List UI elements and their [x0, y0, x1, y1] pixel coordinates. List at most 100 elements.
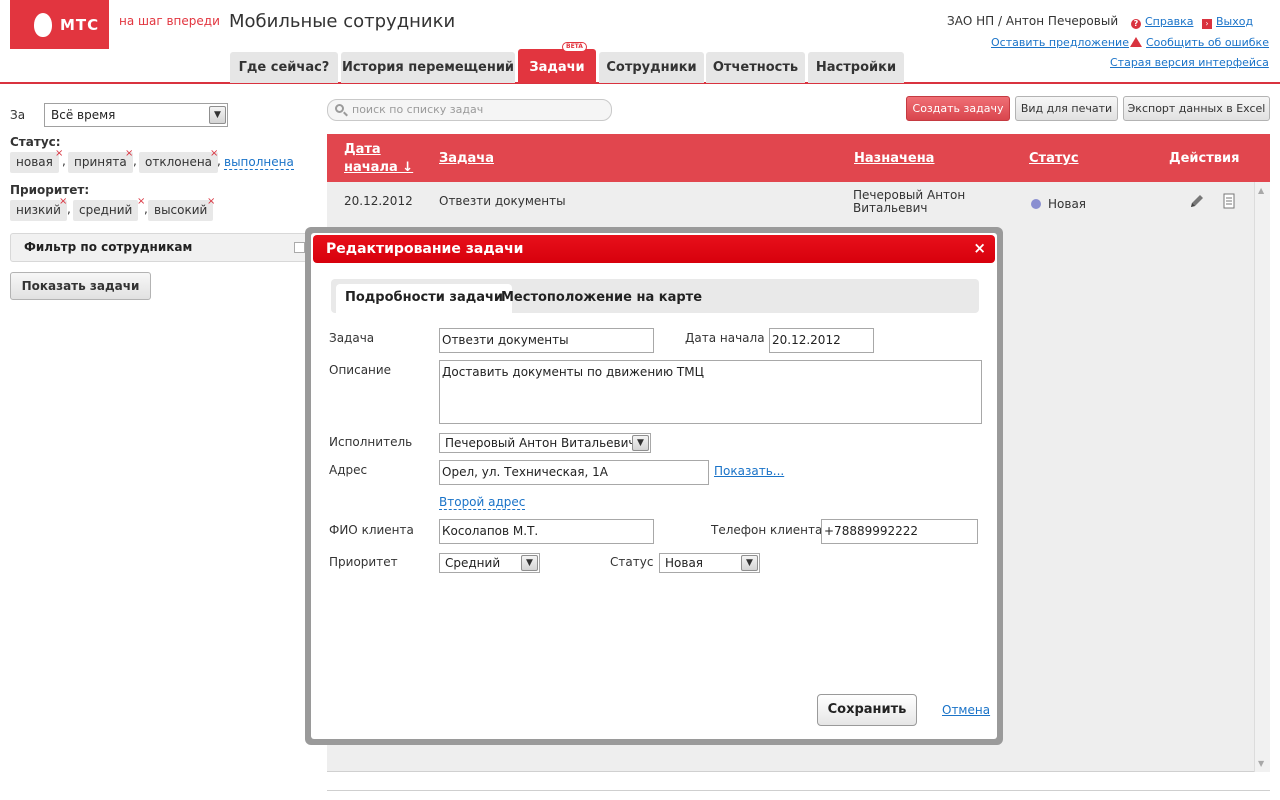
report-error-label: Сообщить об ошибке — [1146, 36, 1269, 49]
task-label: Задача — [329, 331, 375, 345]
start-date-label: Дата начала — [685, 331, 765, 345]
report-error-link[interactable]: Сообщить об ошибке — [1130, 36, 1269, 49]
chevron-down-icon: ▼ — [741, 555, 758, 571]
row-date: 20.12.2012 — [344, 194, 413, 208]
help-link[interactable]: ? Справка — [1131, 15, 1193, 29]
logout-link[interactable]: › Выход — [1202, 15, 1253, 29]
app-title: Мобильные сотрудники — [229, 11, 456, 32]
priority-select-value: Средний — [445, 556, 501, 570]
dialog-title: Редактирование задачи — [326, 241, 524, 257]
show-on-map-link[interactable]: Показать... — [714, 464, 784, 478]
status-label: Статус — [610, 555, 654, 569]
row-status: Новая — [1048, 197, 1087, 211]
document-icon[interactable] — [1221, 193, 1237, 209]
description-textarea[interactable]: Доставить документы по движению ТМЦ — [439, 360, 982, 424]
executor-select[interactable]: Печеровый Антон Витальевич ▼ — [439, 433, 651, 453]
priority-chip-medium[interactable]: средний — [73, 200, 139, 221]
client-name-label: ФИО клиента — [329, 523, 414, 537]
tab-tasks[interactable]: Задачи — [518, 49, 596, 83]
separator: , — [217, 154, 221, 168]
period-select-value: Всё время — [51, 108, 116, 122]
logout-icon: › — [1202, 19, 1212, 29]
address-label: Адрес — [329, 463, 368, 477]
priority-chip-high[interactable]: высокий — [148, 200, 214, 221]
search-icon — [335, 104, 344, 113]
col-start-date-line2[interactable]: начала ↓ — [344, 160, 413, 175]
staff-filter-label: Фильтр по сотрудникам — [24, 240, 193, 254]
second-address-link[interactable]: Второй адрес — [439, 495, 526, 510]
tab-task-details[interactable]: Подробности задачи — [336, 284, 513, 313]
edit-pencil-icon[interactable] — [1189, 193, 1205, 209]
tab-map-location[interactable]: Местоположение на карте — [501, 284, 702, 313]
chevron-down-icon: ▼ — [632, 435, 649, 451]
status-chip-accepted[interactable]: принята — [68, 152, 133, 173]
create-task-button[interactable]: Создать задачу — [906, 96, 1010, 121]
help-icon: ? — [1131, 19, 1141, 29]
start-date-input[interactable]: 20.12.2012 — [769, 328, 874, 353]
show-tasks-button[interactable]: Показать задачи — [10, 272, 151, 300]
chip-label: средний — [79, 203, 133, 217]
dialog-tabs: Подробности задачи Местоположение на кар… — [331, 279, 979, 313]
priority-filter-label: Приоритет: — [10, 183, 90, 197]
executor-select-value: Печеровый Антон Витальевич — [445, 436, 636, 450]
tab-employees[interactable]: Сотрудники — [599, 52, 704, 83]
tab-reports[interactable]: Отчетность — [706, 52, 805, 83]
scroll-down-icon[interactable]: ▼ — [1258, 759, 1264, 768]
staff-filter-checkbox[interactable] — [294, 242, 305, 253]
dialog-title-bar[interactable]: Редактирование задачи × — [313, 235, 995, 263]
col-assigned[interactable]: Назначена — [854, 151, 934, 166]
task-input[interactable]: Отвезти документы — [439, 328, 654, 353]
table-scrollbar[interactable]: ▲ ▼ — [1254, 182, 1270, 772]
chip-label: принята — [74, 155, 127, 169]
footer-divider — [327, 790, 1270, 791]
chip-label: отклонена — [145, 155, 213, 169]
col-status[interactable]: Статус — [1029, 151, 1079, 166]
col-start-date-line1[interactable]: Дата — [344, 142, 381, 157]
search-input[interactable]: поиск по списку задач — [327, 99, 612, 121]
dialog-body: Редактирование задачи × Подробности зада… — [311, 233, 997, 739]
status-chips: новая × , принята × , отклонена × , выпо… — [10, 148, 310, 174]
staff-filter-panel[interactable]: Фильтр по сотрудникам — [10, 233, 310, 262]
feedback-link[interactable]: Оставить предложение — [991, 36, 1129, 49]
status-chip-rejected[interactable]: отклонена — [139, 152, 219, 173]
cancel-link[interactable]: Отмена — [942, 703, 990, 717]
status-dot-icon — [1031, 199, 1041, 209]
client-phone-input[interactable]: +78889992222 — [821, 519, 978, 544]
priority-chips: низкий × , средний × , высокий × — [10, 196, 310, 222]
old-version-link[interactable]: Старая версия интерфейса — [1110, 56, 1269, 69]
scroll-up-icon[interactable]: ▲ — [1258, 186, 1264, 195]
chevron-down-icon: ▼ — [521, 555, 538, 571]
search-placeholder: поиск по списку задач — [352, 103, 484, 116]
tab-settings[interactable]: Настройки — [808, 52, 904, 83]
client-name-input[interactable]: Косолапов М.Т. — [439, 519, 654, 544]
separator: , — [62, 154, 66, 168]
description-label: Описание — [329, 363, 392, 377]
warning-icon — [1130, 37, 1142, 47]
row-task: Отвезти документы — [439, 194, 566, 208]
close-icon[interactable]: × — [973, 240, 986, 256]
remove-icon[interactable]: × — [207, 196, 215, 207]
address-input[interactable]: Орел, ул. Техническая, 1А — [439, 460, 709, 485]
logout-link-label: Выход — [1216, 15, 1254, 28]
separator: , — [67, 202, 71, 216]
status-select[interactable]: Новая ▼ — [659, 553, 760, 573]
col-task[interactable]: Задача — [439, 151, 494, 166]
task-table-header: Дата начала ↓ Задача Назначена Статус Де… — [327, 134, 1270, 182]
table-row[interactable]: 20.12.2012 Отвезти документы Печеровый А… — [327, 182, 1254, 226]
row-assigned-line1: Печеровый Антон — [853, 188, 966, 202]
mts-logo[interactable]: МТС — [10, 0, 109, 49]
tab-movement-history[interactable]: История перемещений — [341, 52, 515, 83]
logo-text: МТС — [60, 16, 100, 34]
period-select[interactable]: Всё время ▼ — [44, 103, 228, 127]
priority-select[interactable]: Средний ▼ — [439, 553, 540, 573]
row-assigned-line2: Витальевич — [853, 201, 928, 215]
save-button[interactable]: Сохранить — [817, 694, 917, 726]
status-chip-new[interactable]: новая — [10, 152, 59, 173]
export-excel-button[interactable]: Экспорт данных в Excel — [1123, 96, 1270, 121]
print-view-button[interactable]: Вид для печати — [1015, 96, 1118, 121]
tab-where-now[interactable]: Где сейчас? — [230, 52, 338, 83]
chip-label: новая — [16, 155, 53, 169]
status-option-done[interactable]: выполнена — [224, 155, 294, 170]
col-actions: Действия — [1169, 151, 1240, 166]
slogan: на шаг впереди — [119, 14, 220, 28]
